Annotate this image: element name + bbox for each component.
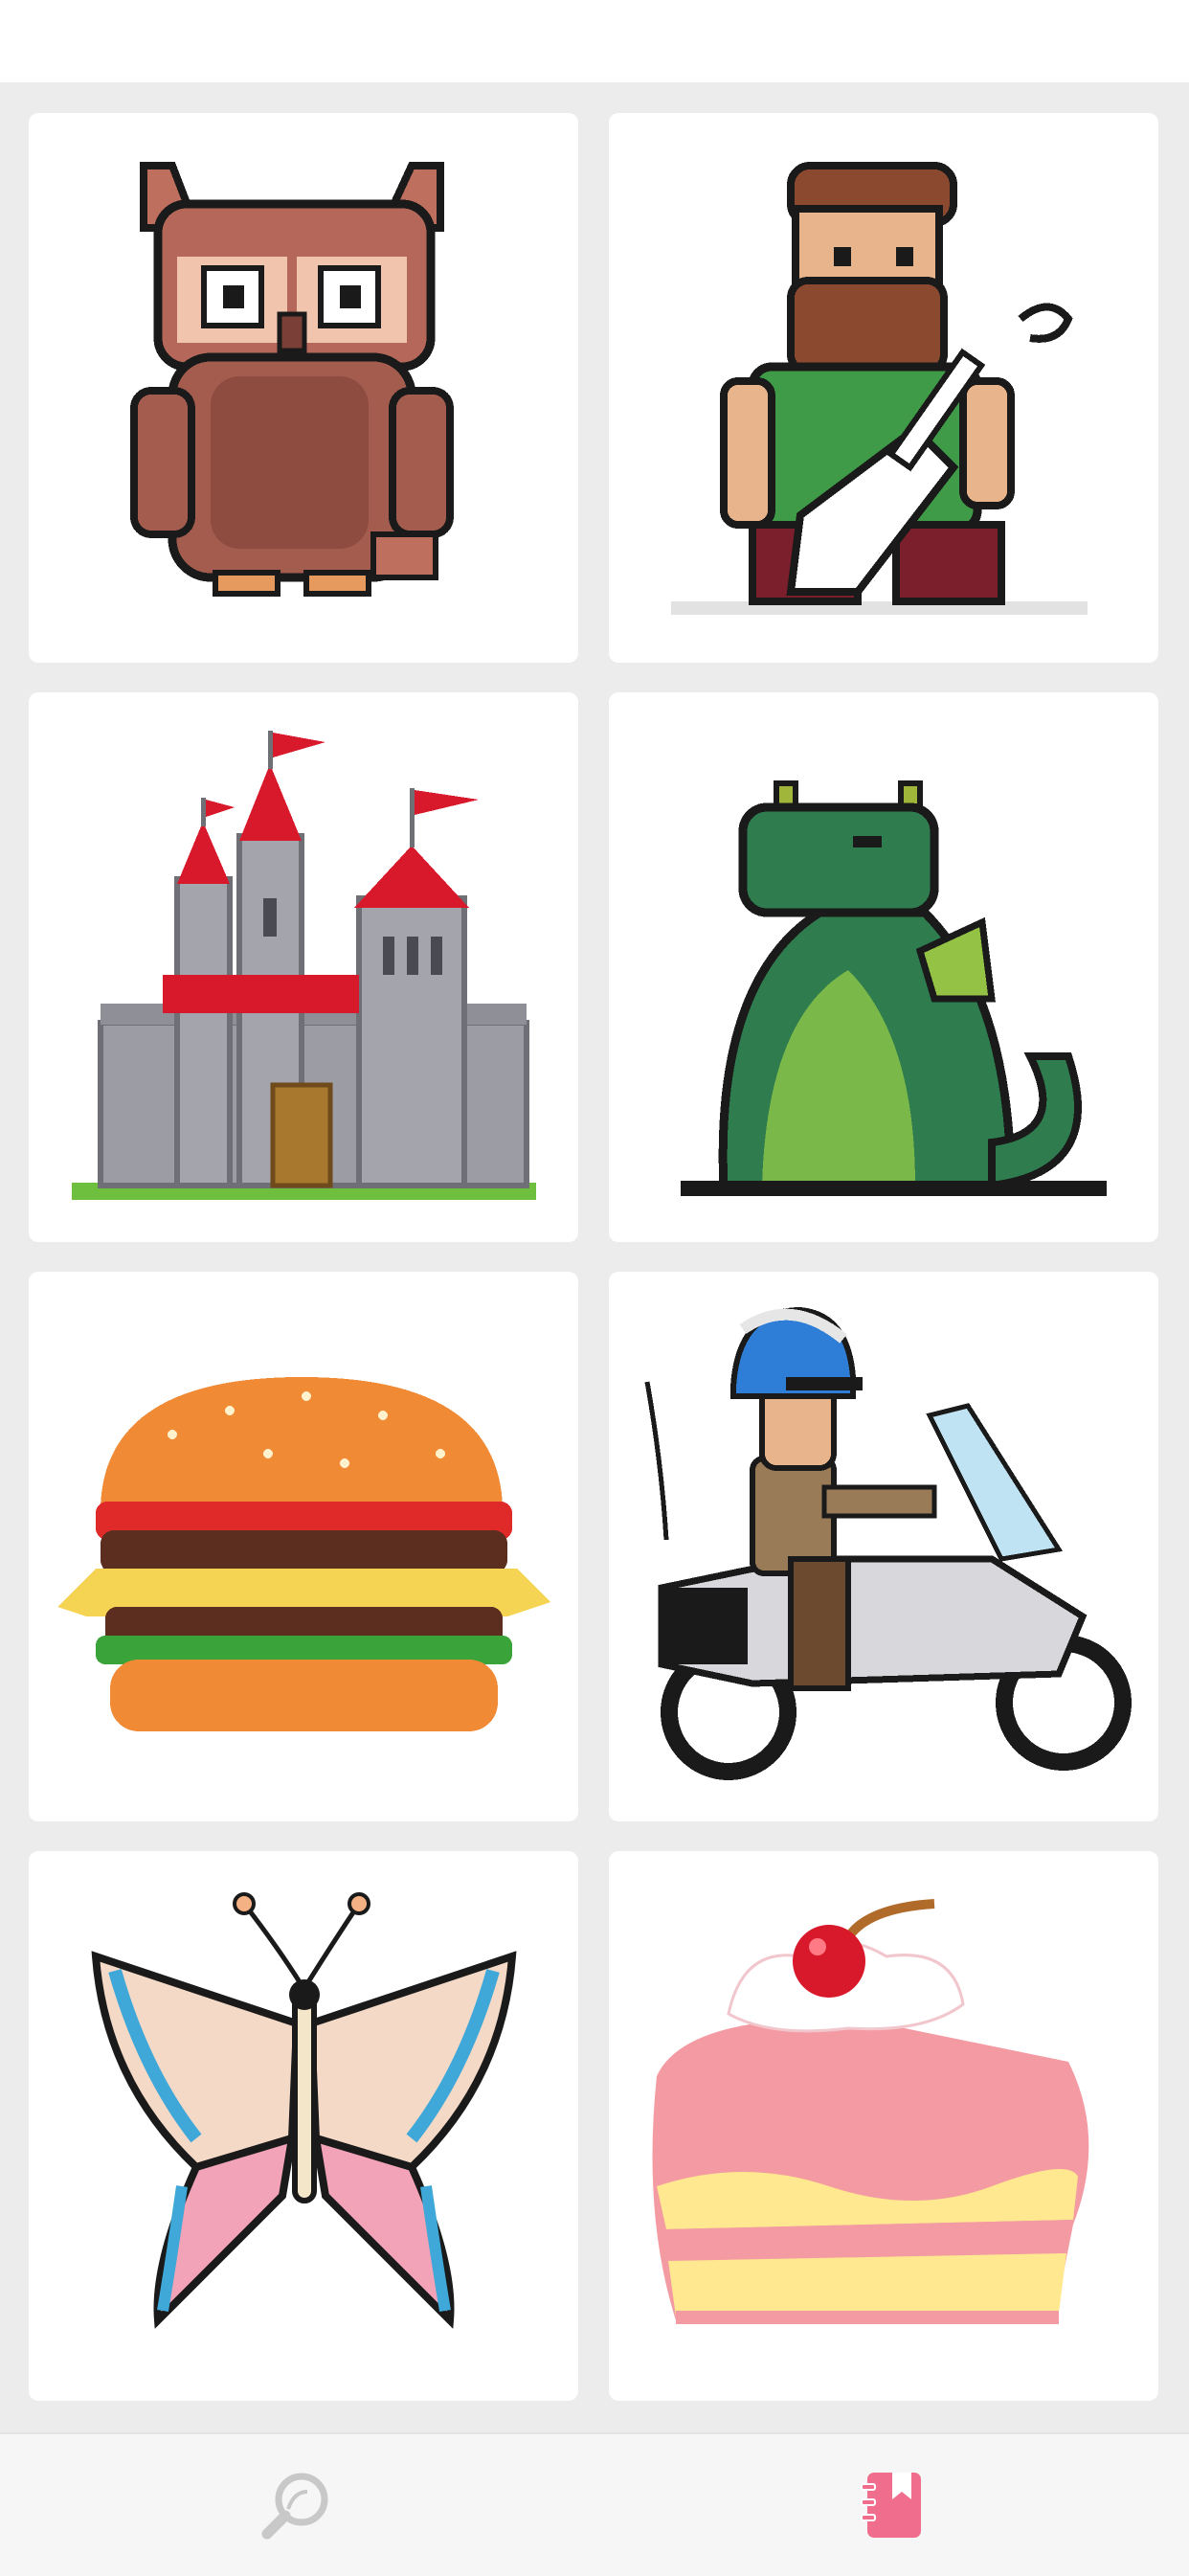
tab-search[interactable] bbox=[0, 2434, 594, 2576]
artwork-card-owl[interactable] bbox=[29, 113, 578, 663]
top-bar bbox=[0, 0, 1189, 82]
library-icon bbox=[860, 2473, 921, 2538]
artwork-grid bbox=[0, 82, 1189, 2434]
motorcycle-police-picture bbox=[644, 1306, 1132, 1780]
owl-picture bbox=[130, 162, 454, 597]
cake-slice-picture bbox=[652, 1899, 1089, 2324]
castle-picture bbox=[72, 731, 536, 1200]
artwork-card-bearded-guitarist[interactable] bbox=[609, 113, 1158, 663]
burger-picture bbox=[57, 1377, 550, 1731]
artwork-card-motorcycle-police[interactable] bbox=[609, 1272, 1158, 1821]
bottom-tab-bar bbox=[0, 2432, 1189, 2576]
artwork-card-castle[interactable] bbox=[29, 692, 578, 1242]
artwork-card-dragon[interactable] bbox=[609, 692, 1158, 1242]
tab-library[interactable] bbox=[594, 2434, 1189, 2576]
butterfly-picture bbox=[91, 1892, 517, 2329]
dragon-picture bbox=[681, 780, 1107, 1196]
search-icon bbox=[261, 2473, 327, 2540]
artwork-card-burger[interactable] bbox=[29, 1272, 578, 1821]
bearded-guitarist-picture bbox=[671, 162, 1088, 615]
artwork-card-butterfly[interactable] bbox=[29, 1851, 578, 2401]
artwork-card-cake-slice[interactable] bbox=[609, 1851, 1158, 2401]
